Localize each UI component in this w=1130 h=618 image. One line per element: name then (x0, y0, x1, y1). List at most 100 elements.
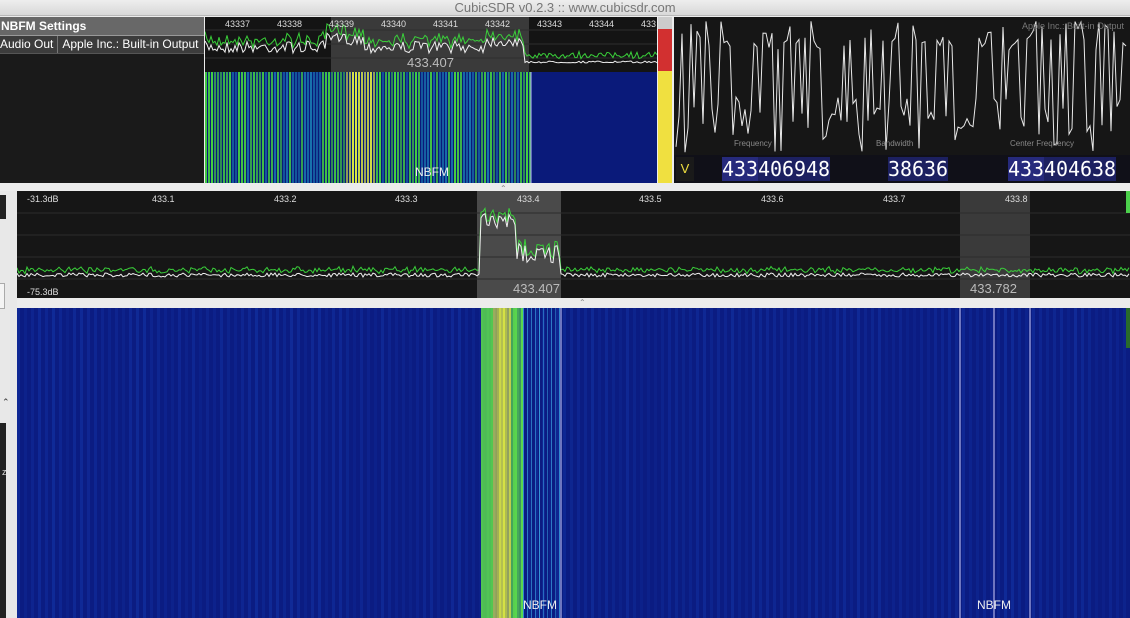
readout-digit[interactable]: 8 (1104, 157, 1116, 181)
zoomed-waterfall-stripe (217, 72, 219, 183)
waterfall-noise-stripe (654, 308, 657, 618)
waterfall-signal-stripe (521, 308, 523, 618)
center-frequency-caption: Center Frequency (1010, 139, 1075, 148)
main-waterfall[interactable]: NBFM NBFM (17, 308, 1130, 618)
waterfall-noise-stripe (311, 308, 314, 618)
waterfall-noise-stripe (332, 308, 335, 618)
zoomed-waterfall-stripe (481, 72, 483, 183)
zoomed-waterfall-stripe (358, 72, 360, 183)
waterfall-noise-stripe (689, 308, 692, 618)
left-gain-strip[interactable] (0, 423, 6, 618)
readout-digit[interactable]: 3 (924, 157, 936, 181)
zoomed-waterfall-stripe (304, 72, 306, 183)
center-frequency-readout[interactable]: 433404638 (1008, 157, 1116, 181)
zoomed-waterfall-stripe (460, 72, 462, 183)
zoomed-waterfall-stripe (496, 72, 498, 183)
panel-splitter[interactable]: ⌃ (0, 183, 1130, 193)
main-spectrum-canvas[interactable] (17, 191, 1130, 298)
readout-digit[interactable]: 4 (1068, 157, 1080, 181)
bandwidth-readout[interactable]: 38636 (888, 157, 948, 181)
waterfall-noise-stripe (731, 308, 734, 618)
readout-digit[interactable]: 4 (758, 157, 770, 181)
zoomed-waterfall-stripe (367, 72, 369, 183)
readout-digit[interactable]: 3 (1032, 157, 1044, 181)
readout-digit[interactable]: 0 (1056, 157, 1068, 181)
audio-out-row[interactable]: Audio Out Apple Inc.: Built-in Output (0, 36, 204, 54)
left-hz-mark: z (2, 467, 7, 477)
readout-digit[interactable]: 6 (782, 157, 794, 181)
zoomed-spectrum[interactable]: 43337 43338 43339 43340 43341 43342 4334… (205, 17, 657, 72)
left-collapse-icon[interactable]: ⌃ (2, 397, 10, 408)
readout-digit[interactable]: 4 (722, 157, 734, 181)
waterfall-noise-stripe (1025, 308, 1028, 618)
waterfall-noise-stripe (1088, 308, 1091, 618)
zoomed-waterfall-stripe (292, 72, 294, 183)
waterfall-noise-stripe (556, 308, 559, 618)
waterfall-noise-stripe (850, 308, 853, 618)
scope-waveform (675, 20, 1127, 153)
waterfall-noise-stripe (276, 308, 279, 618)
zoomed-waterfall-stripe (331, 72, 333, 183)
zoomed-waterfall-stripe (352, 72, 354, 183)
readout-digit[interactable]: 6 (1080, 157, 1092, 181)
waterfall-noise-stripe (255, 308, 258, 618)
zoomed-waterfall[interactable]: NBFM (205, 72, 657, 183)
audio-out-label: Audio Out (0, 36, 59, 53)
readout-digit[interactable]: 4 (1044, 157, 1056, 181)
zoomed-tick-label: 43340 (381, 19, 407, 29)
zoomed-waterfall-stripe (472, 72, 474, 183)
waterfall-noise-stripe (738, 308, 741, 618)
waterfall-noise-stripe (52, 308, 55, 618)
readout-digit[interactable]: 3 (1092, 157, 1104, 181)
spectrum-waterfall-splitter[interactable]: ⌃ (17, 298, 1130, 308)
readout-digit[interactable]: 3 (746, 157, 758, 181)
zoomed-waterfall-stripe (388, 72, 390, 183)
frequency-readout[interactable]: 433406948 (722, 157, 830, 181)
waterfall-signal-stripe (515, 308, 517, 618)
volume-toggle[interactable]: V (676, 157, 694, 181)
readout-digit[interactable]: 8 (818, 157, 830, 181)
waterfall-noise-stripe (360, 308, 363, 618)
main-waterfall-canvas[interactable] (17, 308, 1130, 618)
waterfall-noise-stripe (423, 308, 426, 618)
frequency-caption: Frequency (734, 139, 772, 148)
waterfall-noise-stripe (290, 308, 293, 618)
readout-digit[interactable]: 3 (888, 157, 900, 181)
waterfall-signal-stripe (489, 308, 491, 618)
waterfall-noise-stripe (577, 308, 580, 618)
waterfall-noise-stripe (164, 308, 167, 618)
waterfall-signal-stripe (493, 308, 495, 618)
audio-out-value[interactable]: Apple Inc.: Built-in Output (58, 36, 202, 53)
waterfall-noise-stripe (73, 308, 76, 618)
readout-digit[interactable]: 3 (734, 157, 746, 181)
waterfall-noise-stripe (612, 308, 615, 618)
left-handle-mid[interactable] (0, 283, 5, 309)
waterfall-signal-stripe (491, 308, 493, 618)
waterfall-noise-stripe (696, 308, 699, 618)
zoomed-waterfall-stripe (283, 72, 285, 183)
zoomed-waterfall-stripe (385, 72, 387, 183)
waterfall-noise-stripe (220, 308, 223, 618)
spectrum-edge-marker (1126, 191, 1130, 213)
waterfall-noise-stripe (465, 308, 468, 618)
zoomed-waterfall-stripe (313, 72, 315, 183)
zoomed-tick-label: 43344 (589, 19, 615, 29)
waterfall-noise-stripe (626, 308, 629, 618)
readout-digit[interactable]: 3 (1020, 157, 1032, 181)
left-handle-top[interactable] (0, 195, 6, 219)
readout-digit[interactable]: 4 (806, 157, 818, 181)
readout-digit[interactable]: 9 (794, 157, 806, 181)
readout-digit[interactable]: 0 (770, 157, 782, 181)
waterfall-noise-stripe (17, 308, 20, 618)
waterfall-noise-stripe (1032, 308, 1035, 618)
readout-digit[interactable]: 6 (936, 157, 948, 181)
zoomed-waterfall-stripe (256, 72, 258, 183)
readout-digit[interactable]: 4 (1008, 157, 1020, 181)
audio-level-meter[interactable] (658, 17, 672, 183)
readout-digit[interactable]: 6 (912, 157, 924, 181)
zoomed-waterfall-stripe (412, 72, 414, 183)
waterfall-noise-stripe (899, 308, 902, 618)
zoomed-waterfall-stripe (232, 72, 234, 183)
main-spectrum[interactable]: -31.3dB -75.3dB 433.1 433.2 433.3 433.4 … (17, 191, 1130, 298)
readout-digit[interactable]: 8 (900, 157, 912, 181)
